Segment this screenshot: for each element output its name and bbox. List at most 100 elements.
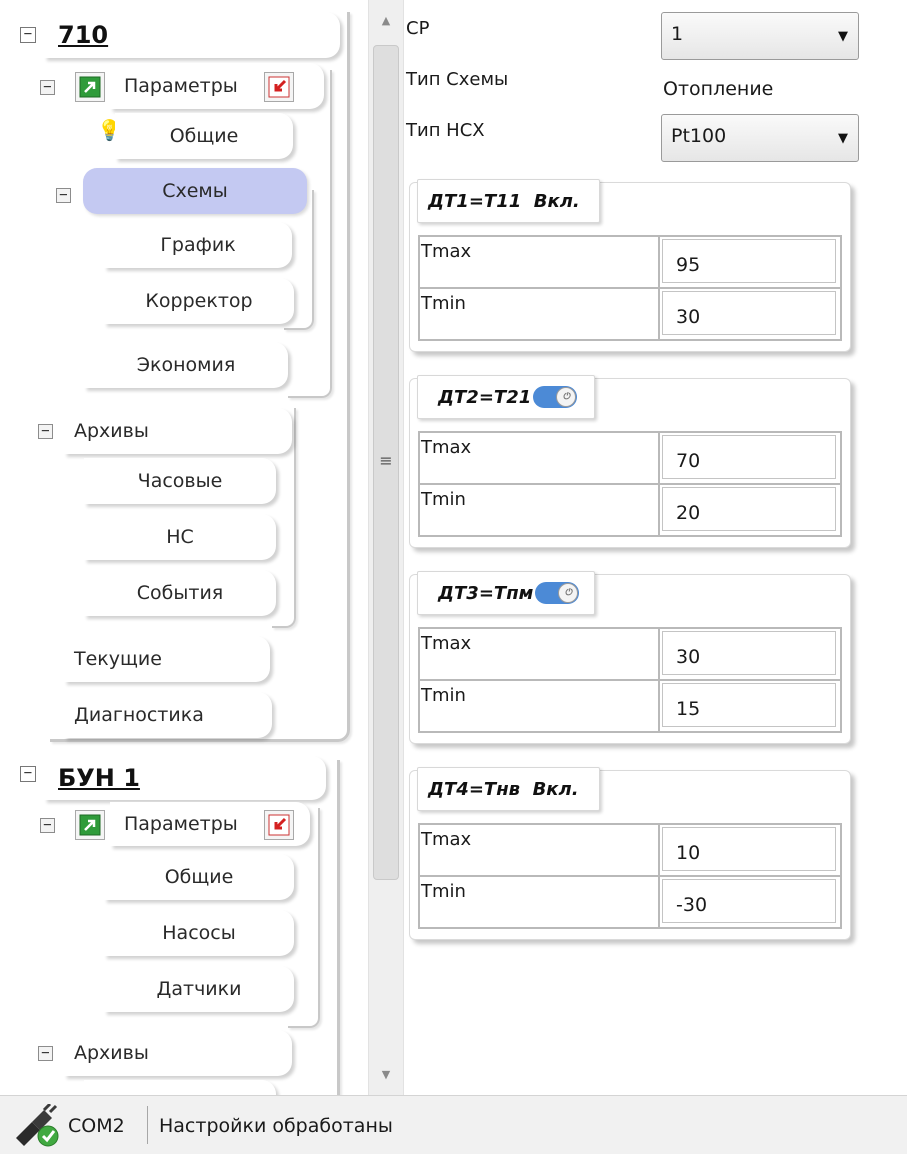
sensor-group-4-header: ДТ4=Тнв Вкл.	[417, 767, 600, 811]
sensor-group-2-table: Tmax 70 Tmin 20	[418, 431, 842, 537]
status-bar: COM2 Настройки обработаны	[0, 1095, 907, 1154]
tree-node-bun-general[interactable]: Общие	[104, 854, 294, 900]
tmin-label: Tmin	[418, 875, 660, 929]
sensor-group-2-title: ДТ2=Т21	[438, 386, 532, 408]
archives-710-expander-icon[interactable]: −	[38, 424, 53, 439]
scheme-type-value: Отопление	[663, 78, 774, 100]
tmax-input[interactable]: 95	[662, 239, 836, 283]
params-open-icon[interactable]	[75, 72, 105, 102]
table-row: Tmin 15	[418, 679, 842, 733]
tree-node-ns[interactable]: НС	[84, 514, 276, 560]
tree-node-current[interactable]: Текущие	[64, 636, 270, 682]
tree-node-bun-archives[interactable]: Архивы	[64, 1030, 292, 1076]
tree-node-economy[interactable]: Экономия	[84, 342, 288, 388]
tree-node-hourly-label: Часовые	[137, 470, 223, 492]
device-bun-expander-icon[interactable]: −	[20, 766, 36, 782]
tree-node-current-label: Текущие	[74, 648, 162, 670]
table-row: Tmin -30	[418, 875, 842, 929]
table-row: Tmax 95	[418, 235, 842, 289]
params-upload-icon[interactable]	[264, 72, 294, 102]
scroll-down-icon[interactable]: ▼	[369, 1060, 403, 1090]
tree-node-archives-label: Архивы	[74, 420, 149, 442]
tmin-input[interactable]: 20	[662, 487, 836, 531]
table-row: Tmax 10	[418, 823, 842, 877]
table-row: Tmin 20	[418, 483, 842, 537]
tmax-input[interactable]: 10	[662, 827, 836, 871]
tree-node-corrector[interactable]: Корректор	[104, 278, 294, 324]
tree-node-graph-label: График	[160, 234, 236, 256]
device-bun-title: БУН 1	[58, 764, 140, 792]
sp-select-value: 1	[671, 23, 684, 45]
tmin-input[interactable]: 30	[662, 291, 836, 335]
device-710-title: 710	[58, 21, 109, 49]
tree-node-bun-general-label: Общие	[164, 866, 234, 888]
tree-node-schemes[interactable]: Схемы	[83, 168, 307, 214]
table-row: Tmax 30	[418, 627, 842, 681]
tree-scrollbar[interactable]: ▲ ≡ ▼	[368, 0, 404, 1095]
sensor-group-3: ДТ3=Тпм ⏻ Tmax 30 Tmin 15	[409, 571, 851, 744]
device-bun-node[interactable]: БУН 1	[44, 756, 326, 800]
status-message: Настройки обработаны	[159, 1115, 393, 1137]
sensor-group-3-title: ДТ3=Тпм	[438, 582, 534, 604]
sensor-group-2: ДТ2=Т21 ⏻ Tmax 70 Tmin 20	[409, 375, 851, 548]
device-710-node[interactable]: 710	[44, 12, 340, 58]
tmax-label: Tmax	[418, 431, 660, 485]
tree-node-bun-archives-child[interactable]	[84, 1080, 276, 1095]
tree-node-pumps[interactable]: Насосы	[104, 910, 294, 956]
status-separator	[147, 1106, 148, 1144]
scheme-type-label: Тип Схемы	[406, 69, 509, 90]
connection-plug-icon	[10, 1102, 62, 1148]
tmin-input[interactable]: 15	[662, 683, 836, 727]
scheme-expander-icon[interactable]: −	[56, 188, 71, 203]
combo-arrow-icon: ▼	[838, 29, 848, 44]
tmax-label: Tmax	[418, 823, 660, 877]
params-710-expander-icon[interactable]: −	[40, 80, 55, 95]
tmin-input[interactable]: -30	[662, 879, 836, 923]
tree-node-sensors-label: Датчики	[156, 978, 242, 1000]
params-bun-expander-icon[interactable]: −	[40, 818, 55, 833]
tree-node-general[interactable]: Общие	[115, 113, 293, 159]
tmin-label: Tmin	[418, 287, 660, 341]
tree-node-graph[interactable]: График	[104, 222, 292, 268]
nsh-type-label: Тип НСХ	[406, 120, 485, 141]
tree-node-diagnostics[interactable]: Диагностика	[64, 692, 272, 738]
sensor-group-2-header: ДТ2=Т21 ⏻	[417, 375, 595, 419]
table-row: Tmax 70	[418, 431, 842, 485]
tmin-label: Tmin	[418, 679, 660, 733]
tmin-label: Tmin	[418, 483, 660, 537]
scroll-up-icon[interactable]: ▲	[369, 6, 403, 36]
sensor-group-1-state: Вкл.	[533, 190, 580, 212]
device-710-expander-icon[interactable]: −	[20, 27, 36, 43]
toggle-knob: ⏻	[556, 387, 577, 407]
tree-node-general-label: Общие	[169, 125, 239, 147]
tmax-input[interactable]: 70	[662, 435, 836, 479]
tmax-label: Tmax	[418, 627, 660, 681]
scroll-thumb[interactable]: ≡	[373, 45, 399, 880]
tmax-input[interactable]: 30	[662, 631, 836, 675]
tree-node-hourly[interactable]: Часовые	[84, 458, 276, 504]
sp-select[interactable]: 1 ▼	[661, 12, 859, 60]
status-port: COM2	[68, 1115, 125, 1137]
sensor-group-4-table: Tmax 10 Tmin -30	[418, 823, 842, 929]
tree-node-events[interactable]: События	[84, 570, 276, 616]
toggle-switch-icon[interactable]: ⏻	[533, 386, 578, 408]
params-bun-upload-icon[interactable]	[264, 810, 294, 840]
toggle-switch-icon[interactable]: ⏻	[535, 582, 580, 604]
tree-node-sensors[interactable]: Датчики	[104, 966, 294, 1012]
tree-node-diagnostics-label: Диагностика	[74, 704, 204, 726]
sensor-group-1-title: ДТ1=Т11	[428, 190, 522, 212]
nsh-type-select[interactable]: Pt100 ▼	[661, 114, 859, 162]
sensor-group-4-state: Вкл.	[532, 778, 579, 800]
sensor-group-4-title: ДТ4=Тнв	[428, 778, 521, 800]
sp-label: СР	[406, 18, 430, 39]
tree-node-archives[interactable]: Архивы	[64, 408, 292, 454]
archives-bun-expander-icon[interactable]: −	[38, 1046, 53, 1061]
sensor-group-4: ДТ4=Тнв Вкл. Tmax 10 Tmin -30	[409, 767, 851, 940]
sensor-group-3-table: Tmax 30 Tmin 15	[418, 627, 842, 733]
tree-node-schemes-label: Схемы	[162, 180, 228, 202]
sensor-group-1: ДТ1=Т11 Вкл. Tmax 95 Tmin 30	[409, 179, 851, 352]
params-bun-open-icon[interactable]	[75, 810, 105, 840]
table-row: Tmin 30	[418, 287, 842, 341]
tree-node-ns-label: НС	[166, 526, 194, 548]
sensor-group-1-table: Tmax 95 Tmin 30	[418, 235, 842, 341]
